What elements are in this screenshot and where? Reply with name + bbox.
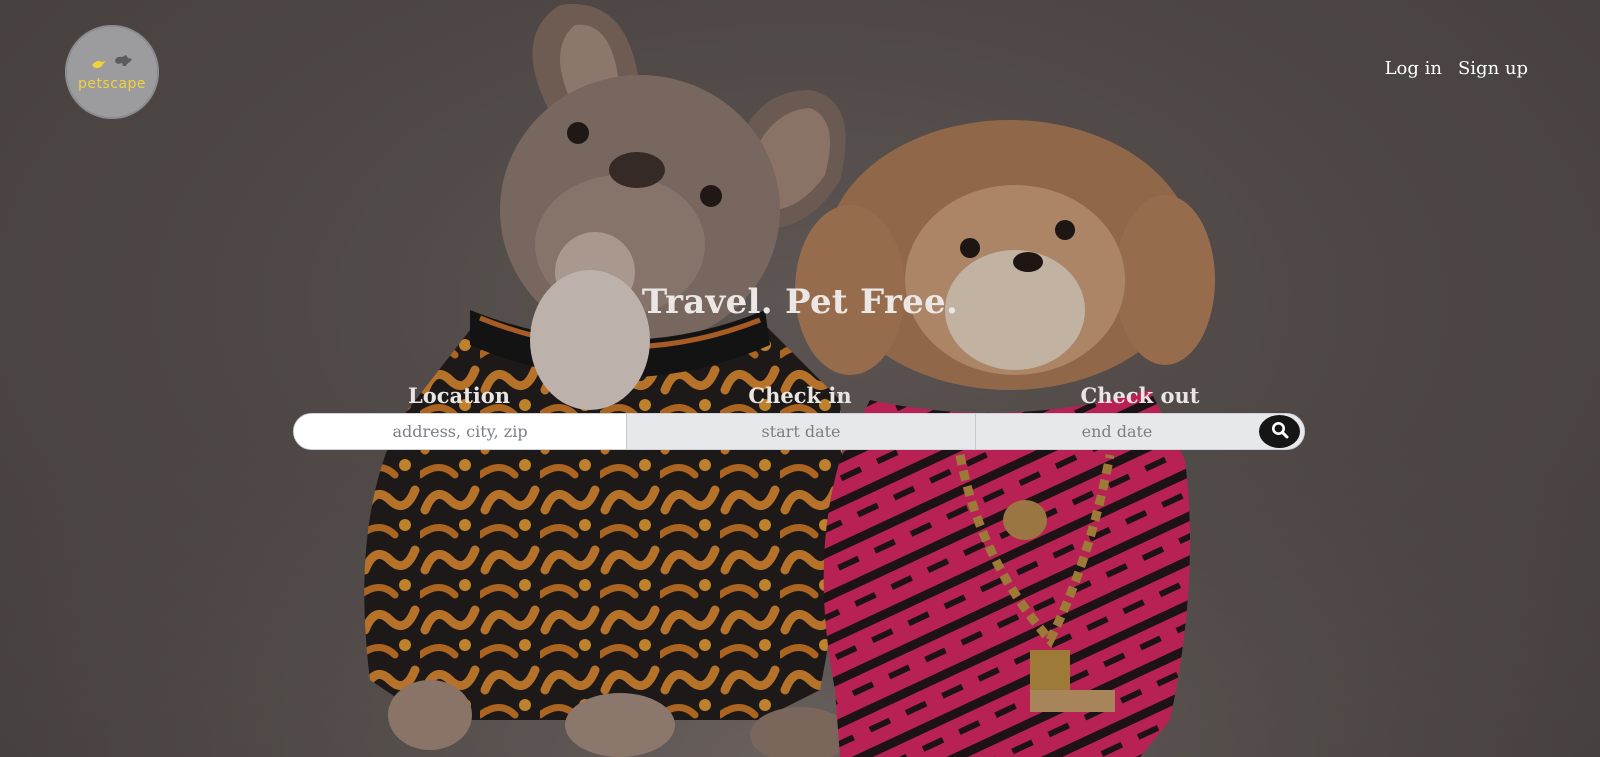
check-in-label: Check in: [748, 383, 852, 408]
location-label: Location: [407, 383, 511, 408]
brand-logo[interactable]: petscape: [65, 25, 159, 119]
landing-page: petscape Log in Sign up Travel. Pet Free…: [0, 0, 1600, 757]
search-button[interactable]: [1259, 415, 1300, 448]
check-in-field: [626, 414, 975, 449]
top-nav: Log in Sign up: [1385, 58, 1528, 79]
check-out-input[interactable]: [976, 414, 1258, 449]
signup-link[interactable]: Sign up: [1458, 58, 1528, 79]
search-labels: Location Check in Check out: [293, 383, 1305, 413]
search-icon: [1271, 421, 1289, 443]
brand-name: petscape: [77, 76, 147, 92]
check-out-label: Check out: [1080, 383, 1200, 408]
dog-icon: [113, 54, 133, 74]
bird-icon: [91, 55, 107, 74]
login-link[interactable]: Log in: [1385, 58, 1442, 79]
check-out-field: [975, 414, 1304, 449]
hero-title: Travel. Pet Free.: [641, 282, 959, 322]
search-bar: [293, 413, 1305, 450]
location-input[interactable]: [294, 414, 626, 449]
dark-overlay: [0, 0, 1600, 757]
check-in-input[interactable]: [627, 414, 975, 449]
location-field: [294, 414, 626, 449]
logo-marks: [91, 52, 133, 74]
